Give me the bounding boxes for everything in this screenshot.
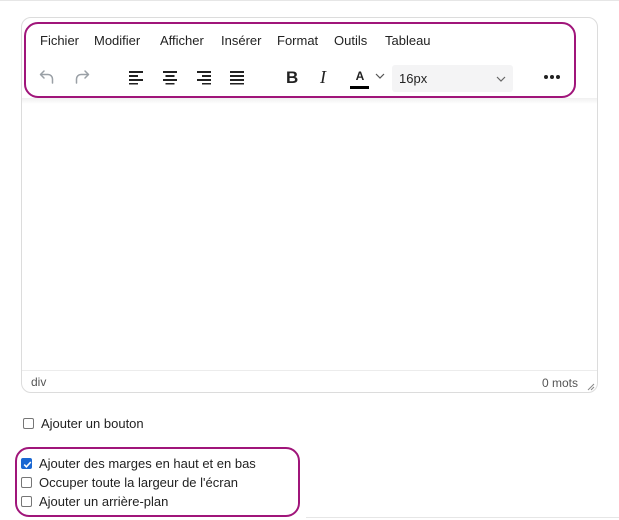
toolbar-highlight-annotation [24,22,576,98]
element-path[interactable]: div [31,375,46,389]
top-divider [0,0,619,1]
resize-handle-icon[interactable] [585,381,595,391]
options-highlight-annotation [15,447,300,517]
statusbar-divider [22,370,597,371]
bottom-divider [306,517,619,518]
toolbar-shadow [22,98,597,104]
add-button-label: Ajouter un bouton [41,416,144,431]
word-count[interactable]: 0 mots [528,376,578,390]
add-button-checkbox[interactable] [23,418,34,429]
